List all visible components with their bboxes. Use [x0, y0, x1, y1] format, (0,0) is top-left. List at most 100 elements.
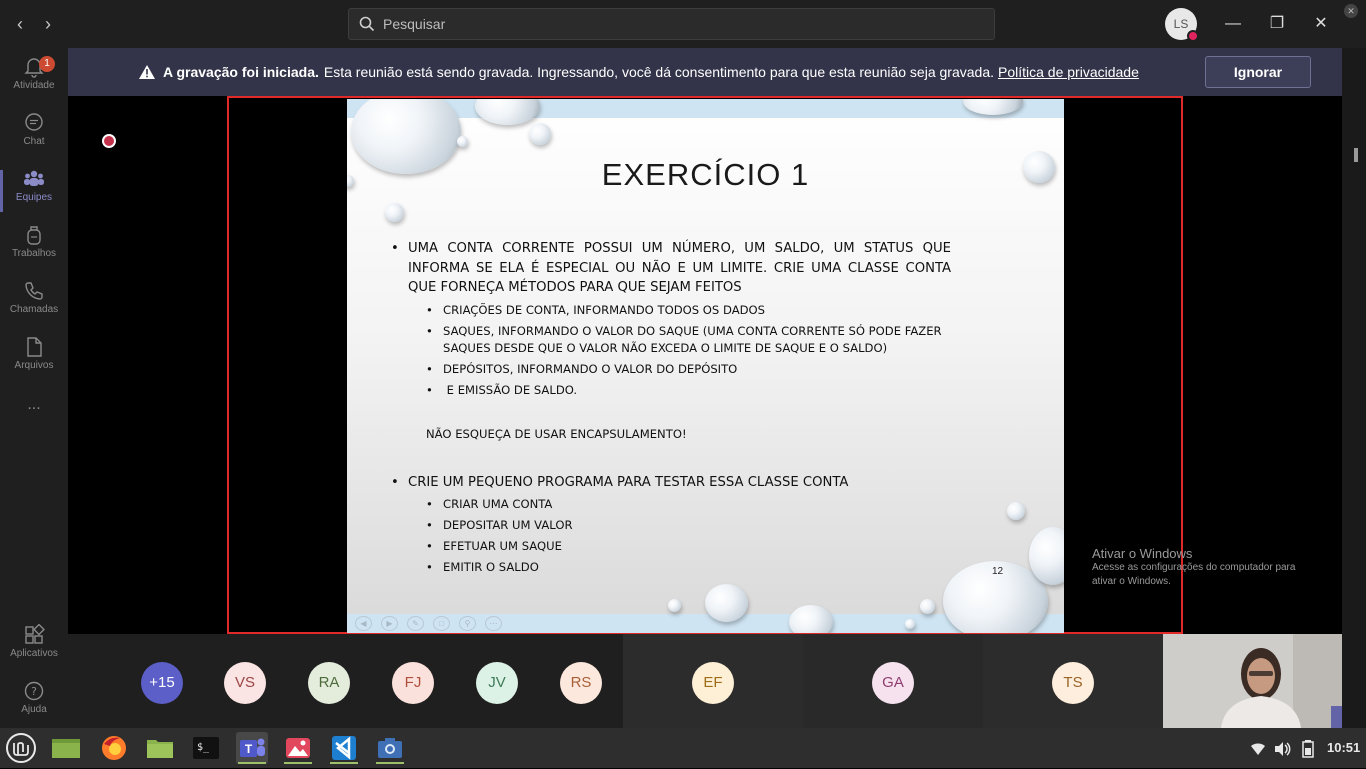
more-participants-button[interactable]: +15 — [141, 662, 183, 704]
presentation-slide: EXERCÍCIO 1 UMA CONTA CORRENTE POSSUI UM… — [347, 99, 1064, 633]
phone-icon — [25, 282, 43, 300]
water-drop-decoration — [920, 599, 935, 614]
participant-avatar[interactable]: FJ — [392, 662, 434, 704]
rail-label: Trabalhos — [11, 248, 57, 259]
rail-label: Atividade — [13, 80, 55, 91]
slide-subbullet: EMITIR O SALDO — [391, 559, 951, 576]
zoom-icon[interactable]: ⚲ — [459, 616, 476, 631]
wifi-icon[interactable] — [1249, 728, 1267, 768]
watermark-text: Acesse as configurações do computador pa… — [1092, 562, 1296, 587]
presenter-video — [1163, 634, 1342, 728]
svg-text:T: T — [245, 742, 253, 756]
rail-item-chamadas[interactable]: Chamadas — [0, 276, 68, 332]
participant-avatar[interactable]: JV — [476, 662, 518, 704]
slide-note: NÃO ESQUEÇA DE USAR ENCAPSULAMENTO! — [426, 426, 687, 441]
water-drop-decoration — [385, 203, 404, 222]
search-input[interactable]: Pesquisar — [348, 8, 995, 40]
slide-bullet: CRIE UM PEQUENO PROGRAMA PARA TESTAR ESS… — [391, 473, 951, 493]
show-desktop-icon[interactable] — [50, 732, 82, 764]
image-viewer-icon[interactable] — [282, 732, 314, 764]
banner-text: Esta reunião está sendo gravada. Ingress… — [323, 64, 994, 80]
slides-overview-icon[interactable]: □ — [433, 616, 450, 631]
backpack-icon — [27, 226, 41, 245]
volume-icon[interactable] — [1273, 728, 1291, 768]
search-placeholder: Pesquisar — [383, 16, 446, 32]
restore-window-icon[interactable]: ❐ — [1265, 12, 1289, 36]
slide-subbullet: SAQUES, INFORMANDO O VALOR DO SAQUE (UMA… — [391, 323, 951, 357]
participant-avatar[interactable]: GA — [872, 662, 914, 704]
teams-app-icon[interactable]: T — [236, 732, 268, 764]
warning-icon — [139, 65, 155, 79]
rail-item-arquivos[interactable]: Arquivos — [0, 332, 68, 388]
open-app-indicator — [284, 762, 312, 764]
participants-strip: +15 VS RA FJ JV RS EF GA TS — [68, 634, 1342, 728]
participant-avatar[interactable]: EF — [692, 662, 734, 704]
minimize-icon[interactable]: — — [1221, 12, 1245, 36]
meeting-stage: EXERCÍCIO 1 UMA CONTA CORRENTE POSSUI UM… — [68, 96, 1342, 634]
more-options-icon[interactable]: ⋯ — [485, 616, 502, 631]
slide-subbullet: EFETUAR UM SAQUE — [391, 538, 951, 555]
participant-avatar[interactable]: VS — [224, 662, 266, 704]
svg-text:$_: $_ — [197, 742, 210, 753]
rail-label: Arquivos — [14, 360, 54, 371]
status-busy-icon — [1187, 30, 1199, 42]
participant-avatar[interactable]: RS — [560, 662, 602, 704]
privacy-link[interactable]: Política de privacidade — [998, 64, 1139, 80]
participant-avatar[interactable]: RA — [308, 662, 350, 704]
screenshot-app-icon[interactable] — [374, 732, 406, 764]
open-app-indicator — [330, 762, 358, 764]
pen-icon[interactable]: ✎ — [407, 616, 424, 631]
files-icon[interactable] — [144, 732, 176, 764]
teams-icon — [24, 170, 44, 186]
rail-label: Aplicativos — [10, 648, 58, 659]
os-taskbar: $_ T 10:51 — [0, 728, 1366, 768]
firefox-icon[interactable] — [98, 732, 130, 764]
search-icon — [359, 16, 375, 32]
apps-icon — [25, 624, 45, 644]
slide-subbullet: DEPÓSITOS, INFORMANDO O VALOR DO DEPÓSIT… — [391, 361, 951, 378]
slide-subbullet: CRIAR UMA CONTA — [391, 496, 951, 513]
water-drop-decoration — [1007, 502, 1025, 520]
presenter-silhouette — [1163, 634, 1342, 728]
file-icon — [27, 337, 42, 357]
next-slide-icon[interactable]: ▶ — [381, 616, 398, 631]
rail-item-chat[interactable]: Chat — [0, 108, 68, 164]
mint-menu-icon[interactable] — [5, 732, 37, 764]
forward-arrow-icon[interactable]: › — [36, 12, 60, 36]
water-drop-decoration — [789, 605, 833, 633]
water-drop-decoration — [529, 123, 551, 145]
profile-avatar[interactable]: LS — [1165, 8, 1199, 42]
water-drop-decoration — [475, 99, 540, 125]
back-arrow-icon[interactable]: ‹ — [8, 12, 32, 36]
water-drop-decoration — [668, 599, 681, 612]
close-icon[interactable]: ✕ — [1309, 12, 1333, 36]
close-small-icon[interactable]: ✕ — [1344, 4, 1358, 18]
participant-avatar[interactable]: TS — [1052, 662, 1094, 704]
rail-item-ajuda[interactable]: ? Ajuda — [0, 676, 68, 732]
rail-item-atividade[interactable]: 1 Atividade — [0, 52, 68, 108]
help-icon: ? — [24, 681, 44, 701]
rail-item-aplicativos[interactable]: Aplicativos — [0, 620, 68, 676]
previous-slide-icon[interactable]: ◀ — [355, 616, 372, 631]
rail-label: Chat — [23, 136, 45, 147]
ignore-button[interactable]: Ignorar — [1205, 56, 1311, 88]
rail-label: ... — [27, 396, 41, 413]
rail-label: Ajuda — [21, 704, 47, 715]
app-rail: 1 Atividade Chat Equipes Trabalhos Chama… — [0, 48, 68, 728]
battery-icon[interactable] — [1301, 728, 1315, 768]
banner-message: A gravação foi iniciada. Esta reunião es… — [138, 48, 1139, 96]
slide-title: EXERCÍCIO 1 — [601, 157, 810, 192]
active-app-indicator — [238, 762, 266, 764]
scrollbar-thumb[interactable] — [1354, 148, 1358, 162]
slide-bullet: UMA CONTA CORRENTE POSSUI UM NÚMERO, UM … — [391, 239, 951, 298]
vscode-icon[interactable] — [328, 732, 360, 764]
slide-content: UMA CONTA CORRENTE POSSUI UM NÚMERO, UM … — [391, 239, 951, 576]
rail-item-equipes[interactable]: Equipes — [0, 164, 68, 220]
water-drop-decoration — [457, 136, 468, 147]
title-bar: ‹ › Pesquisar LS — ❐ ✕ ✕ — [0, 0, 1366, 48]
terminal-icon[interactable]: $_ — [190, 732, 222, 764]
slide-subbullet: DEPOSITAR UM VALOR — [391, 517, 951, 534]
clock[interactable]: 10:51 — [1327, 728, 1360, 768]
rail-item-trabalhos[interactable]: Trabalhos — [0, 220, 68, 276]
more-apps-icon[interactable]: ... — [0, 396, 68, 420]
